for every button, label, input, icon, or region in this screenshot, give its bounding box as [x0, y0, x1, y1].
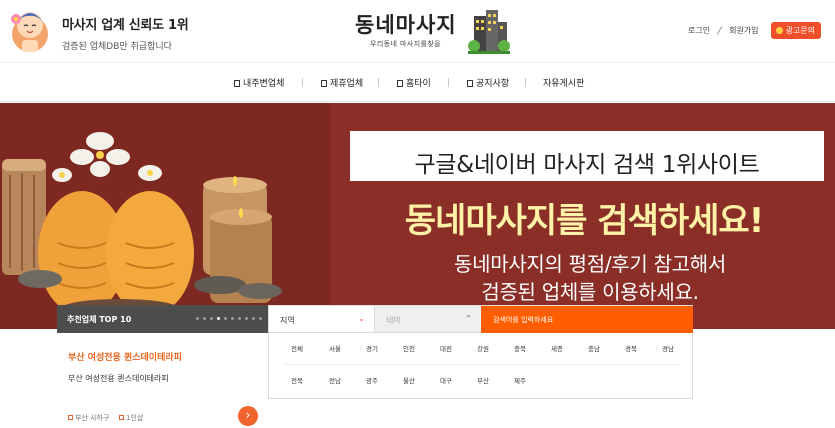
banner-main-text: 동네마사지를 검색하세요!	[404, 201, 764, 241]
region-option[interactable]: 광주	[352, 375, 392, 385]
banner-headline-box: 구글&네이버 마사지 검색 1위사이트	[350, 131, 824, 181]
page: 마사지 업계 신뢰도 1위 검증된 업체DB만 취급합니다 동네마사지 우리동네…	[0, 0, 835, 428]
shop-location-text: 부산 사하구	[75, 414, 110, 422]
checkbox-icon	[234, 80, 240, 87]
nav-label: 홈타이	[406, 79, 431, 89]
top10-card: 추천업체 TOP 10 부산 여성전용 퀸스데이테라피 부산 여성전용 퀸스데이…	[57, 305, 268, 428]
region-option[interactable]: 세종	[537, 343, 577, 353]
ad-inquiry-label: 광고문의	[785, 26, 815, 35]
hero-banner: 구글&네이버 마사지 검색 1위사이트 동네마사지를 검색하세요! 동네마사지의…	[0, 103, 835, 329]
banner-headline: 구글&네이버 마사지 검색 1위사이트	[414, 152, 760, 178]
region-option[interactable]: 서울	[315, 343, 355, 353]
region-option[interactable]: 경북	[611, 343, 651, 353]
region-option[interactable]: 경기	[352, 343, 392, 353]
nav-label: 자유게시판	[543, 79, 585, 89]
checkbox-icon	[321, 80, 327, 87]
main-nav: 내주변업체 제휴업체 홈타이 공지사항 자유게시판	[0, 62, 835, 102]
region-option[interactable]: 강원	[463, 343, 503, 353]
nav-divider	[302, 78, 303, 87]
promo-title: 마사지 업계 신뢰도 1위	[62, 18, 189, 33]
person-icon	[119, 415, 124, 420]
coin-icon	[775, 27, 783, 34]
region-option[interactable]: 충북	[500, 343, 540, 353]
carousel-dots[interactable]	[192, 317, 262, 320]
mascot-icon	[11, 12, 48, 52]
theme-select-label: 테마	[386, 316, 401, 325]
region-option[interactable]: 대구	[426, 375, 466, 385]
region-option[interactable]: 제주	[500, 375, 540, 385]
banner-sub-line2: 검증된 업체를 이용하세요.	[481, 279, 699, 304]
region-option[interactable]: 충남	[574, 343, 614, 353]
spa-candles-illustration	[0, 103, 330, 329]
region-select[interactable]: 지역 ⌄	[269, 306, 375, 333]
theme-select[interactable]: 테마 ⌃	[375, 306, 481, 333]
search-placeholder: 검색어를 입력하세요	[493, 316, 554, 324]
region-option[interactable]: 전북	[277, 375, 317, 385]
nav-divider	[525, 78, 526, 87]
nav-label: 내주변업체	[243, 79, 285, 89]
nav-item-free-board[interactable]: 자유게시판	[543, 76, 584, 89]
banner-sub-line1: 동네마사지의 평점/후기 참고해서	[454, 252, 726, 276]
banner-sub-text: 동네마사지의 평점/후기 참고해서 검증된 업체를 이용하세요.	[420, 251, 760, 306]
region-option[interactable]: 전남	[315, 375, 355, 385]
header: 마사지 업계 신뢰도 1위 검증된 업체DB만 취급합니다 동네마사지 우리동네…	[0, 0, 835, 62]
nav-item-partners[interactable]: 제휴업체	[321, 76, 363, 89]
region-option[interactable]: 경남	[648, 343, 688, 353]
logo-tagline: 우리동네 마사지를찾을	[370, 40, 442, 48]
region-option[interactable]: 인천	[389, 343, 429, 353]
nav-item-hometai[interactable]: 홈타이	[397, 76, 431, 89]
ad-inquiry-button[interactable]: 광고문의	[770, 22, 821, 39]
carousel-dot[interactable]	[196, 317, 199, 320]
top10-header: 추천업체 TOP 10	[57, 305, 268, 333]
carousel-dot[interactable]	[245, 317, 248, 320]
signup-link[interactable]: 회원가입	[729, 25, 758, 36]
shop-location: 부산 사하구	[68, 413, 109, 423]
site-logo[interactable]: 동네마사지 우리동네 마사지를찾을	[355, 6, 525, 56]
search-input[interactable]: 검색어를 입력하세요	[481, 306, 693, 333]
nav-label: 제휴업체	[330, 79, 364, 89]
nav-divider	[378, 78, 379, 87]
region-divider	[283, 364, 679, 365]
top10-title: 추천업체 TOP 10	[67, 315, 132, 324]
nav-divider	[448, 78, 449, 87]
carousel-dot-active[interactable]	[217, 317, 220, 320]
shop-capacity-text: 1인샵	[126, 414, 144, 422]
region-select-label: 지역	[280, 316, 295, 325]
carousel-dot[interactable]	[210, 317, 213, 320]
nav-item-notice[interactable]: 공지사항	[467, 76, 509, 89]
shop-next-arrow-button[interactable]: ›	[238, 406, 258, 426]
building-icon	[468, 10, 510, 54]
shop-name-link[interactable]: 부산 여성전용 퀸스데이테라피	[68, 350, 182, 363]
search-panel: 지역 ⌄ 테마 ⌃ 검색어를 입력하세요 전체 서울 경기 인천 대전 강원 충…	[268, 305, 693, 399]
checkbox-icon	[397, 80, 403, 87]
logo-title: 동네마사지	[355, 12, 457, 37]
chevron-down-icon: ⌄	[358, 314, 365, 323]
carousel-dot[interactable]	[224, 317, 227, 320]
carousel-dot[interactable]	[252, 317, 255, 320]
top-links: 로그인 회원가입 광고문의	[688, 22, 821, 39]
login-link[interactable]: 로그인	[688, 25, 710, 36]
promo: 마사지 업계 신뢰도 1위 검증된 업체DB만 취급합니다	[62, 14, 189, 52]
chevron-up-icon: ⌃	[465, 314, 472, 323]
pin-icon	[68, 415, 73, 420]
checkbox-icon	[467, 80, 473, 87]
region-option[interactable]: 부산	[463, 375, 503, 385]
shop-capacity: 1인샵	[119, 413, 143, 423]
region-option[interactable]: 울산	[389, 375, 429, 385]
carousel-dot[interactable]	[203, 317, 206, 320]
region-option[interactable]: 전체	[277, 343, 317, 353]
nav-item-nearby[interactable]: 내주변업체	[234, 76, 284, 89]
carousel-dot[interactable]	[238, 317, 241, 320]
carousel-dot[interactable]	[231, 317, 234, 320]
region-option[interactable]: 대전	[426, 343, 466, 353]
nav-label: 공지사항	[476, 79, 510, 89]
shop-description: 부산 여성전용 퀸스데이테라피	[68, 374, 169, 383]
link-separator	[716, 26, 723, 35]
promo-subtitle: 검증된 업체DB만 취급합니다	[62, 42, 172, 52]
carousel-dot[interactable]	[259, 317, 262, 320]
